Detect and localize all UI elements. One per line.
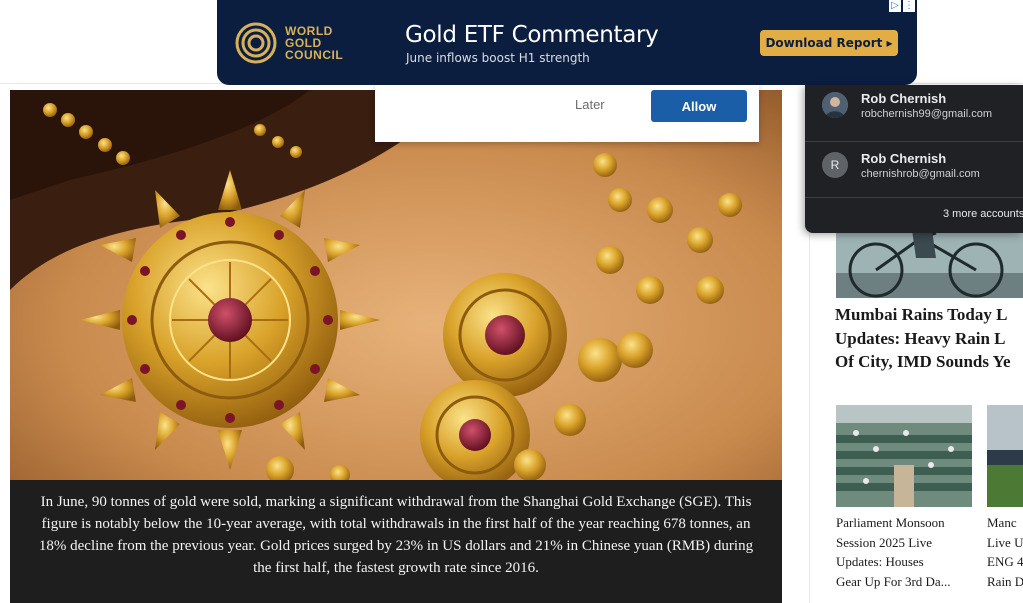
logo-line: COUNCIL xyxy=(285,48,344,62)
ad-choices-icon[interactable]: ▷ xyxy=(889,0,901,12)
allow-button[interactable]: Allow xyxy=(651,90,747,122)
account-email: robchernish99@gmail.com xyxy=(861,108,993,120)
hero-image[interactable] xyxy=(10,90,782,480)
caption-text: In June, 90 tonnes of gold were sold, ma… xyxy=(38,494,754,576)
headline-line: Manc xyxy=(987,515,1017,530)
account-email: chernishrob@gmail.com xyxy=(861,168,980,180)
ad-choices[interactable]: ▷ ⋮ xyxy=(889,0,915,12)
headline-line: Updates: Heavy Rain L xyxy=(835,328,1006,348)
cricket-thumbnail[interactable] xyxy=(987,405,1023,507)
parliament-headline[interactable]: Parliament Monsoon Session 2025 Live Upd… xyxy=(836,513,976,591)
account-name: Rob Chernish xyxy=(861,151,947,166)
ad-menu-icon[interactable]: ⋮ xyxy=(903,0,915,12)
headline-line: Rain D xyxy=(987,573,1023,589)
later-button[interactable]: Later xyxy=(575,97,605,112)
headline-line: Live U xyxy=(987,534,1023,550)
ad-title: Gold ETF Commentary xyxy=(405,22,659,48)
ad-subtitle: June inflows boost H1 strength xyxy=(406,51,590,65)
world-gold-council-logo: WORLD GOLD COUNCIL xyxy=(235,22,343,64)
parliament-thumbnail[interactable] xyxy=(836,405,972,507)
more-accounts-link[interactable]: 3 more accounts xyxy=(805,197,1023,233)
avatar xyxy=(822,92,848,118)
notification-prompt: Later Allow xyxy=(375,85,759,142)
headline-line: Session 2025 Live xyxy=(836,534,933,550)
headline-line: ENG 4 xyxy=(987,554,1023,569)
cricket-headline[interactable]: Manc Live U ENG 4 Rain D xyxy=(987,513,1023,591)
download-report-button[interactable]: Download Report ▸ xyxy=(760,30,898,56)
headline-line: Mumbai Rains Today L xyxy=(835,305,1008,324)
account-option[interactable]: R Rob Chernish chernishrob@gmail.com xyxy=(805,141,1023,189)
image-caption: In June, 90 tonnes of gold were sold, ma… xyxy=(10,480,782,603)
account-chooser: Rob Chernish robchernish99@gmail.com R R… xyxy=(805,85,1023,233)
mumbai-rains-headline[interactable]: Mumbai Rains Today L Updates: Heavy Rain… xyxy=(835,303,1023,374)
account-option[interactable]: Rob Chernish robchernish99@gmail.com xyxy=(805,85,1023,133)
headline-line: Gear Up For 3rd Da... xyxy=(836,573,951,589)
headline-line: Of City, IMD Sounds Ye xyxy=(835,352,1011,371)
page: WORLD GOLD COUNCIL Gold ETF Commentary J… xyxy=(0,0,1023,603)
ad-banner[interactable]: WORLD GOLD COUNCIL Gold ETF Commentary J… xyxy=(217,0,917,85)
avatar: R xyxy=(822,152,848,178)
gold-ring-logo-icon xyxy=(235,22,277,64)
account-name: Rob Chernish xyxy=(861,91,947,106)
headline-line: Updates: Houses xyxy=(836,554,924,569)
headline-line: Parliament Monsoon xyxy=(836,515,945,530)
mumbai-rains-thumbnail[interactable] xyxy=(836,228,1023,298)
